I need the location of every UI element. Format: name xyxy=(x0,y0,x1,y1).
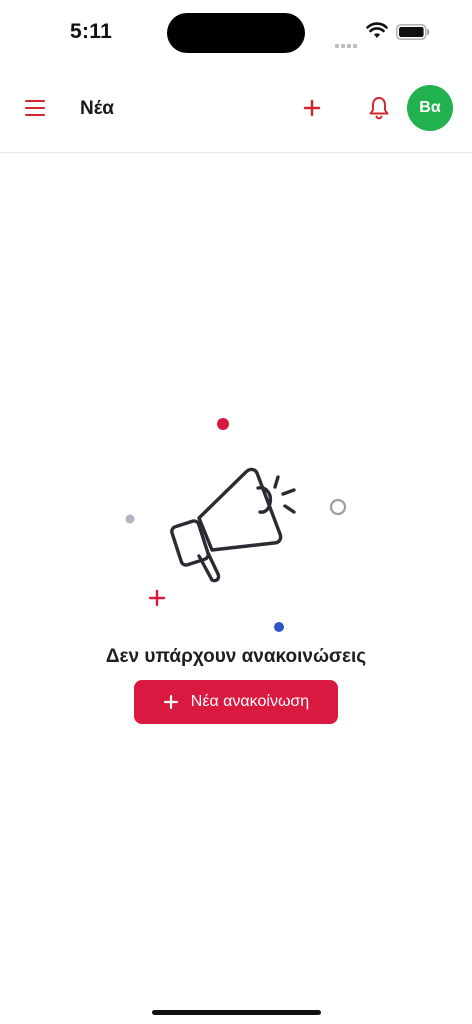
decor-dot-red xyxy=(217,418,229,430)
new-announcement-label: Νέα ανακοίνωση xyxy=(190,693,310,710)
battery-icon xyxy=(396,24,430,40)
bell-icon xyxy=(369,97,389,120)
decor-plus xyxy=(148,589,166,607)
status-bar: 5:11 xyxy=(0,0,472,64)
plus-icon xyxy=(163,694,178,710)
avatar[interactable]: Βα xyxy=(407,85,453,131)
cellular-signal-icon xyxy=(335,35,359,53)
empty-state-illustration xyxy=(125,418,347,632)
page-title: Νέα xyxy=(80,98,114,119)
add-button[interactable] xyxy=(300,96,324,120)
new-announcement-button[interactable]: Νέα ανακοίνωση xyxy=(134,680,338,724)
plus-icon xyxy=(303,99,321,117)
menu-icon xyxy=(25,100,45,102)
empty-state-message: Δεν υπάρχουν ανακοινώσεις xyxy=(105,646,367,667)
status-time: 5:11 xyxy=(70,20,113,43)
home-indicator[interactable] xyxy=(152,1010,321,1015)
notifications-button[interactable] xyxy=(366,95,392,121)
megaphone-icon xyxy=(170,467,296,583)
decor-dot-gray xyxy=(125,514,135,524)
decor-dot-blue xyxy=(274,622,284,632)
dynamic-island xyxy=(167,13,305,53)
top-bar: Νέα Βα xyxy=(0,64,472,153)
decor-ring xyxy=(329,498,347,516)
wifi-icon xyxy=(366,22,388,38)
menu-button[interactable] xyxy=(23,97,49,119)
